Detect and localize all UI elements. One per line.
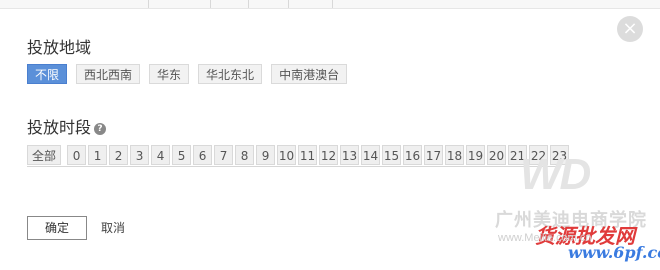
hour-selector: 全部 0 1 2 3 4 5 6 7 8 9 10 11 12 13 14 15 16 17 18 19 20 21 22 23 [27, 145, 570, 167]
toolbar-divider [248, 0, 249, 8]
hour-chip[interactable]: 15 [382, 145, 402, 165]
hour-chip[interactable]: 17 [424, 145, 444, 165]
region-option-north-northeast[interactable]: 华北东北 [198, 64, 263, 84]
hour-all-button[interactable]: 全部 [27, 145, 62, 165]
help-icon[interactable]: ? [94, 122, 107, 135]
toolbar-divider [148, 0, 149, 8]
hour-chip[interactable]: 7 [214, 145, 234, 165]
watermark-logo: WD [520, 150, 591, 199]
schedule-section-title: 投放时段? [27, 114, 107, 138]
toolbar-divider [288, 0, 289, 8]
watermark-url-secondary: www.6pf.com [568, 243, 660, 262]
hour-chip[interactable]: 10 [277, 145, 297, 165]
hour-chip[interactable]: 4 [151, 145, 171, 165]
confirm-button[interactable]: 确定 [27, 216, 87, 240]
hour-chip[interactable]: 18 [445, 145, 465, 165]
region-option-central-south-hk-macau-taiwan[interactable]: 中南港澳台 [271, 64, 348, 84]
toolbar-divider [210, 0, 211, 8]
region-option-northwest-southwest[interactable]: 西北西南 [76, 64, 141, 84]
hour-chip[interactable]: 14 [361, 145, 381, 165]
hour-chip[interactable]: 0 [67, 145, 87, 165]
hour-chip[interactable]: 13 [340, 145, 360, 165]
hour-chip[interactable]: 16 [403, 145, 423, 165]
dialog-footer: 确定 取消 [27, 216, 125, 240]
top-toolbar-strip [0, 0, 660, 9]
toolbar-divider [332, 0, 333, 8]
hour-chip[interactable]: 11 [298, 145, 318, 165]
hour-chip[interactable]: 20 [487, 145, 507, 165]
hour-chip[interactable]: 8 [235, 145, 255, 165]
hour-chip[interactable]: 9 [256, 145, 276, 165]
close-icon[interactable]: × [617, 16, 643, 42]
schedule-title-text: 投放时段 [27, 118, 92, 137]
region-section-title: 投放地域 [27, 38, 92, 57]
region-options: 不限 西北西南 华东 华北东北 中南港澳台 [27, 64, 356, 84]
region-option-east-china[interactable]: 华东 [149, 64, 190, 84]
hour-chip[interactable]: 2 [109, 145, 129, 165]
hour-chip[interactable]: 19 [466, 145, 486, 165]
hour-chip[interactable]: 5 [172, 145, 192, 165]
hour-chip[interactable]: 3 [130, 145, 150, 165]
hour-chip[interactable]: 12 [319, 145, 339, 165]
hour-chip[interactable]: 1 [88, 145, 108, 165]
hour-chip[interactable]: 6 [193, 145, 213, 165]
region-option-unlimited[interactable]: 不限 [27, 64, 68, 84]
cancel-link[interactable]: 取消 [101, 216, 125, 240]
